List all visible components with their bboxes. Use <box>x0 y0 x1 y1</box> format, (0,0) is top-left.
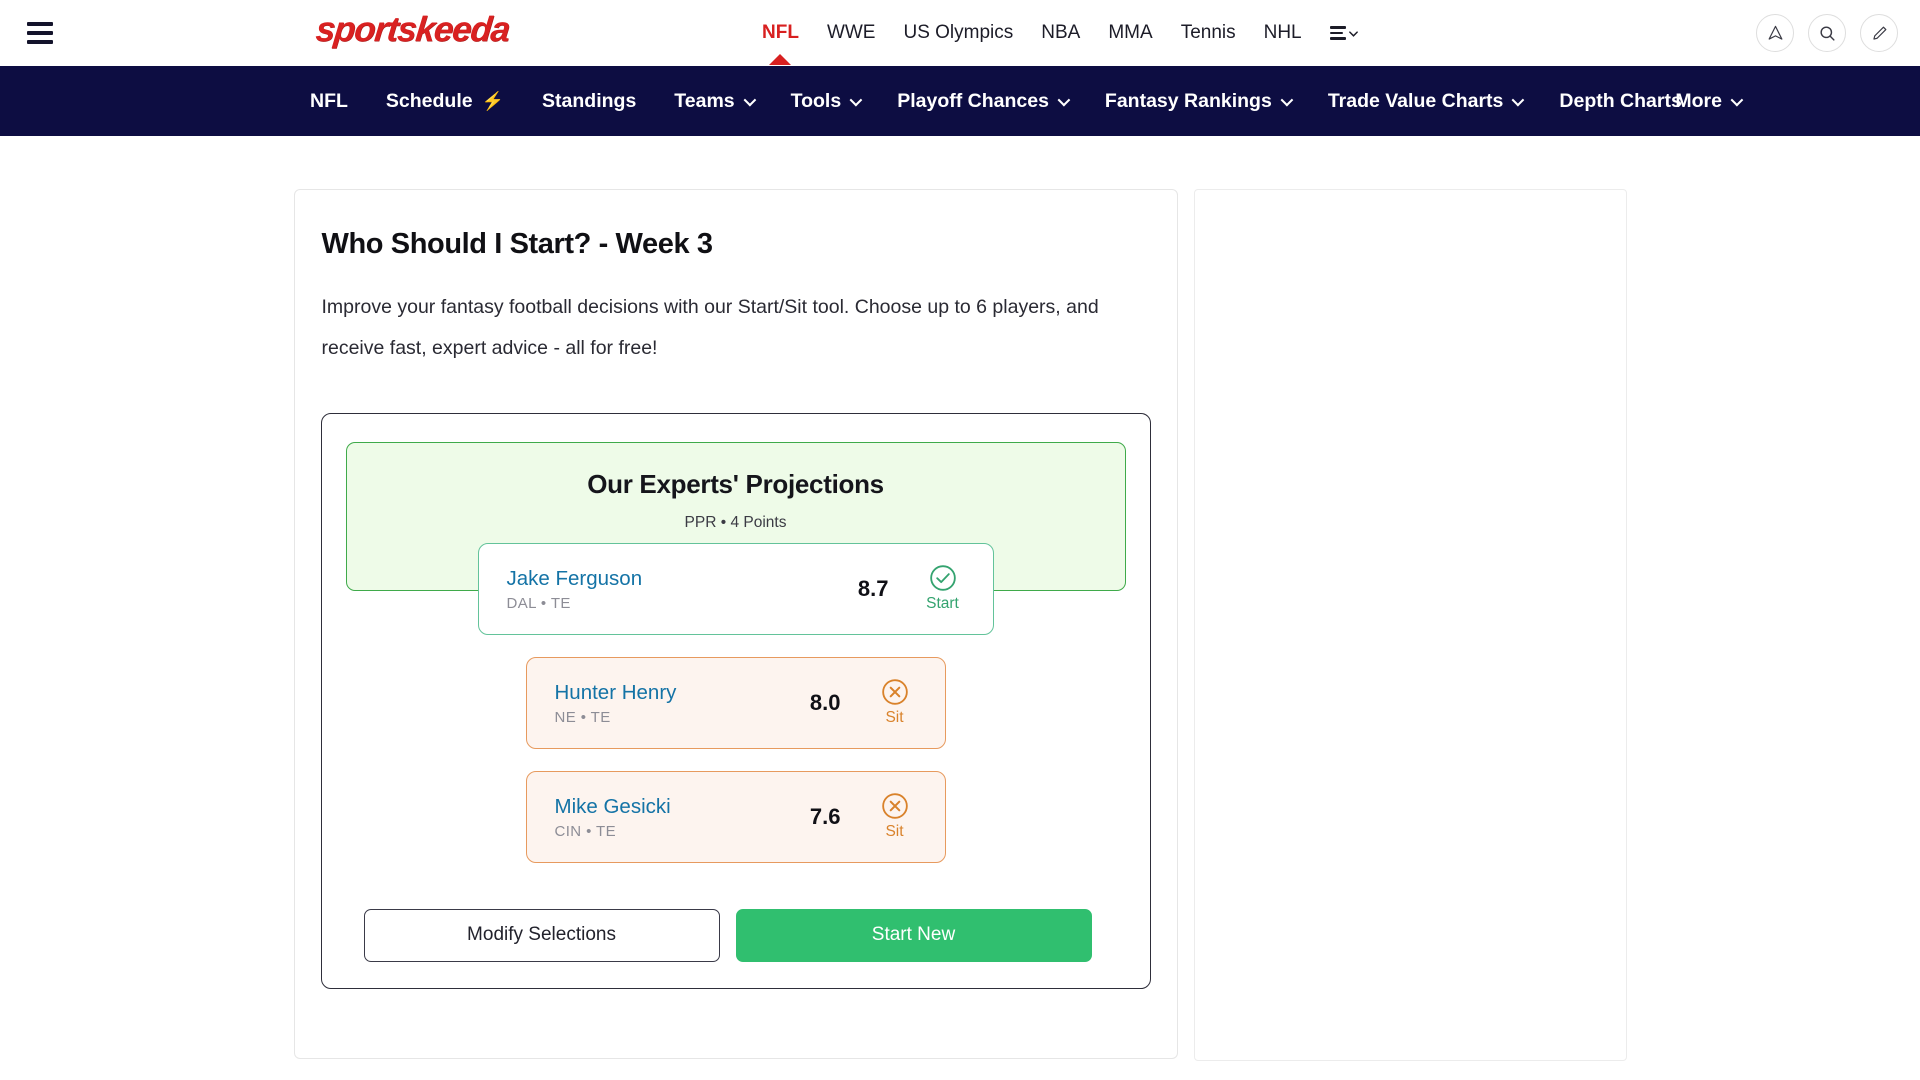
page-description: Improve your fantasy football decisions … <box>321 296 1099 359</box>
nav-item-label: Trade Value Charts <box>1327 89 1504 112</box>
chevron-down-icon <box>1348 30 1358 37</box>
site-logo[interactable]: sportskeeda <box>314 10 511 50</box>
player-name[interactable]: Mike Gesicki <box>555 794 810 820</box>
player-projected-score: 8.0 <box>809 689 841 715</box>
player-result-row[interactable]: Jake Ferguson DAL • TE 8.7 Start <box>477 542 994 635</box>
verdict-label: Sit <box>885 709 904 727</box>
lightning-bolt-icon: ⚡ <box>481 90 505 111</box>
write-icon[interactable] <box>1860 14 1898 52</box>
notifications-icon[interactable] <box>1756 14 1794 52</box>
action-button-row: Modify Selections Start New <box>346 908 1126 962</box>
nav-item-label: Teams <box>674 89 735 112</box>
player-result-row[interactable]: Hunter Henry NE • TE 8.0 Sit <box>525 656 946 749</box>
chevron-down-icon <box>1280 93 1294 106</box>
hamburger-line <box>27 31 53 35</box>
player-team-position: NE • TE <box>554 708 611 726</box>
top-bar: sportskeeda NFL WWE US Olympics NBA MMA … <box>0 0 1920 66</box>
top-nav-item-us-olympics[interactable]: US Olympics <box>903 22 1013 44</box>
section-navigation-bar: NFL Schedule ⚡ Standings Teams Tools Pla… <box>0 66 1920 136</box>
nav-item-tools[interactable]: Tools <box>790 89 863 113</box>
nav-item-teams[interactable]: Teams <box>674 89 756 113</box>
chevron-down-icon <box>1730 93 1744 106</box>
nav-item-schedule[interactable]: Schedule ⚡ <box>386 90 504 113</box>
player-verdict-start[interactable]: Start <box>915 564 971 613</box>
check-circle-icon <box>929 565 956 592</box>
nav-item-trade-value-charts[interactable]: Trade Value Charts <box>1327 89 1525 113</box>
page-title: Who Should I Start? - Week 3 <box>321 228 713 260</box>
top-nav-item-tennis[interactable]: Tennis <box>1181 22 1236 44</box>
start-sit-tool-container: Our Experts' Projections PPR • 4 Points … <box>320 412 1151 989</box>
page-body: Who Should I Start? - Week 3 Improve you… <box>0 136 1920 1061</box>
player-info: Jake Ferguson DAL • TE <box>507 566 858 612</box>
player-name[interactable]: Hunter Henry <box>555 680 810 706</box>
modify-selections-button[interactable]: Modify Selections <box>363 908 720 962</box>
list-lines <box>1329 26 1346 40</box>
nav-item-label: Playoff Chances <box>897 89 1049 112</box>
top-bar-actions <box>1756 0 1898 66</box>
nav-item-standings[interactable]: Standings <box>542 90 636 113</box>
nav-item-nfl[interactable]: NFL <box>310 90 348 113</box>
start-new-button[interactable]: Start New <box>735 908 1092 962</box>
chevron-down-icon <box>1057 93 1071 106</box>
verdict-label: Sit <box>885 823 904 841</box>
nav-item-label: Depth Charts <box>1559 89 1682 112</box>
chevron-down-icon <box>1511 93 1525 106</box>
nav-item-depth-charts[interactable]: Depth Charts <box>1559 90 1681 113</box>
sidebar-ad-placeholder <box>1193 189 1627 1061</box>
nav-item-label: Fantasy Rankings <box>1104 89 1272 112</box>
player-verdict-sit[interactable]: Sit <box>867 792 923 841</box>
hamburger-line <box>27 22 53 26</box>
hamburger-icon[interactable] <box>24 20 58 46</box>
player-projected-score: 7.6 <box>809 803 841 829</box>
top-nav-item-mma[interactable]: MMA <box>1108 22 1152 44</box>
chevron-down-icon <box>849 93 863 106</box>
nav-item-playoff-chances[interactable]: Playoff Chances <box>897 89 1071 113</box>
top-nav-item-nfl[interactable]: NFL <box>762 22 799 44</box>
x-circle-icon <box>881 793 908 820</box>
nav-item-more[interactable]: More <box>1675 89 1744 113</box>
projections-heading: Our Experts' Projections <box>587 468 884 499</box>
nav-item-label: More <box>1675 89 1722 112</box>
nav-item-label: NFL <box>310 89 348 112</box>
player-verdict-sit[interactable]: Sit <box>867 678 923 727</box>
player-team-position: CIN • TE <box>554 822 617 840</box>
top-navigation: NFL WWE US Olympics NBA MMA Tennis NHL <box>762 0 1359 66</box>
verdict-label: Start <box>926 595 959 613</box>
top-nav-item-nba[interactable]: NBA <box>1041 22 1080 44</box>
nav-item-label: Standings <box>542 89 637 112</box>
projections-scoring-meta: PPR • 4 Points <box>684 513 787 531</box>
top-nav-item-wwe[interactable]: WWE <box>827 22 876 44</box>
main-content-card: Who Should I Start? - Week 3 Improve you… <box>293 189 1178 1059</box>
x-circle-icon <box>881 679 908 706</box>
search-icon[interactable] <box>1808 14 1846 52</box>
player-projected-score: 8.7 <box>857 575 889 601</box>
top-nav-item-nhl[interactable]: NHL <box>1264 22 1302 44</box>
list-chevron-icon[interactable] <box>1329 26 1359 40</box>
player-info: Hunter Henry NE • TE <box>555 680 810 726</box>
nav-item-label: Schedule <box>385 89 473 112</box>
player-team-position: DAL • TE <box>506 594 571 612</box>
player-results-list: Jake Ferguson DAL • TE 8.7 Start Hunter … <box>346 542 1126 863</box>
nav-item-label: Tools <box>790 89 842 112</box>
nav-item-fantasy-rankings[interactable]: Fantasy Rankings <box>1104 89 1294 113</box>
player-name[interactable]: Jake Ferguson <box>507 566 858 592</box>
player-info: Mike Gesicki CIN • TE <box>555 794 810 840</box>
hamburger-line <box>27 40 53 44</box>
chevron-down-icon <box>743 93 756 106</box>
player-result-row[interactable]: Mike Gesicki CIN • TE 7.6 Sit <box>525 770 946 863</box>
